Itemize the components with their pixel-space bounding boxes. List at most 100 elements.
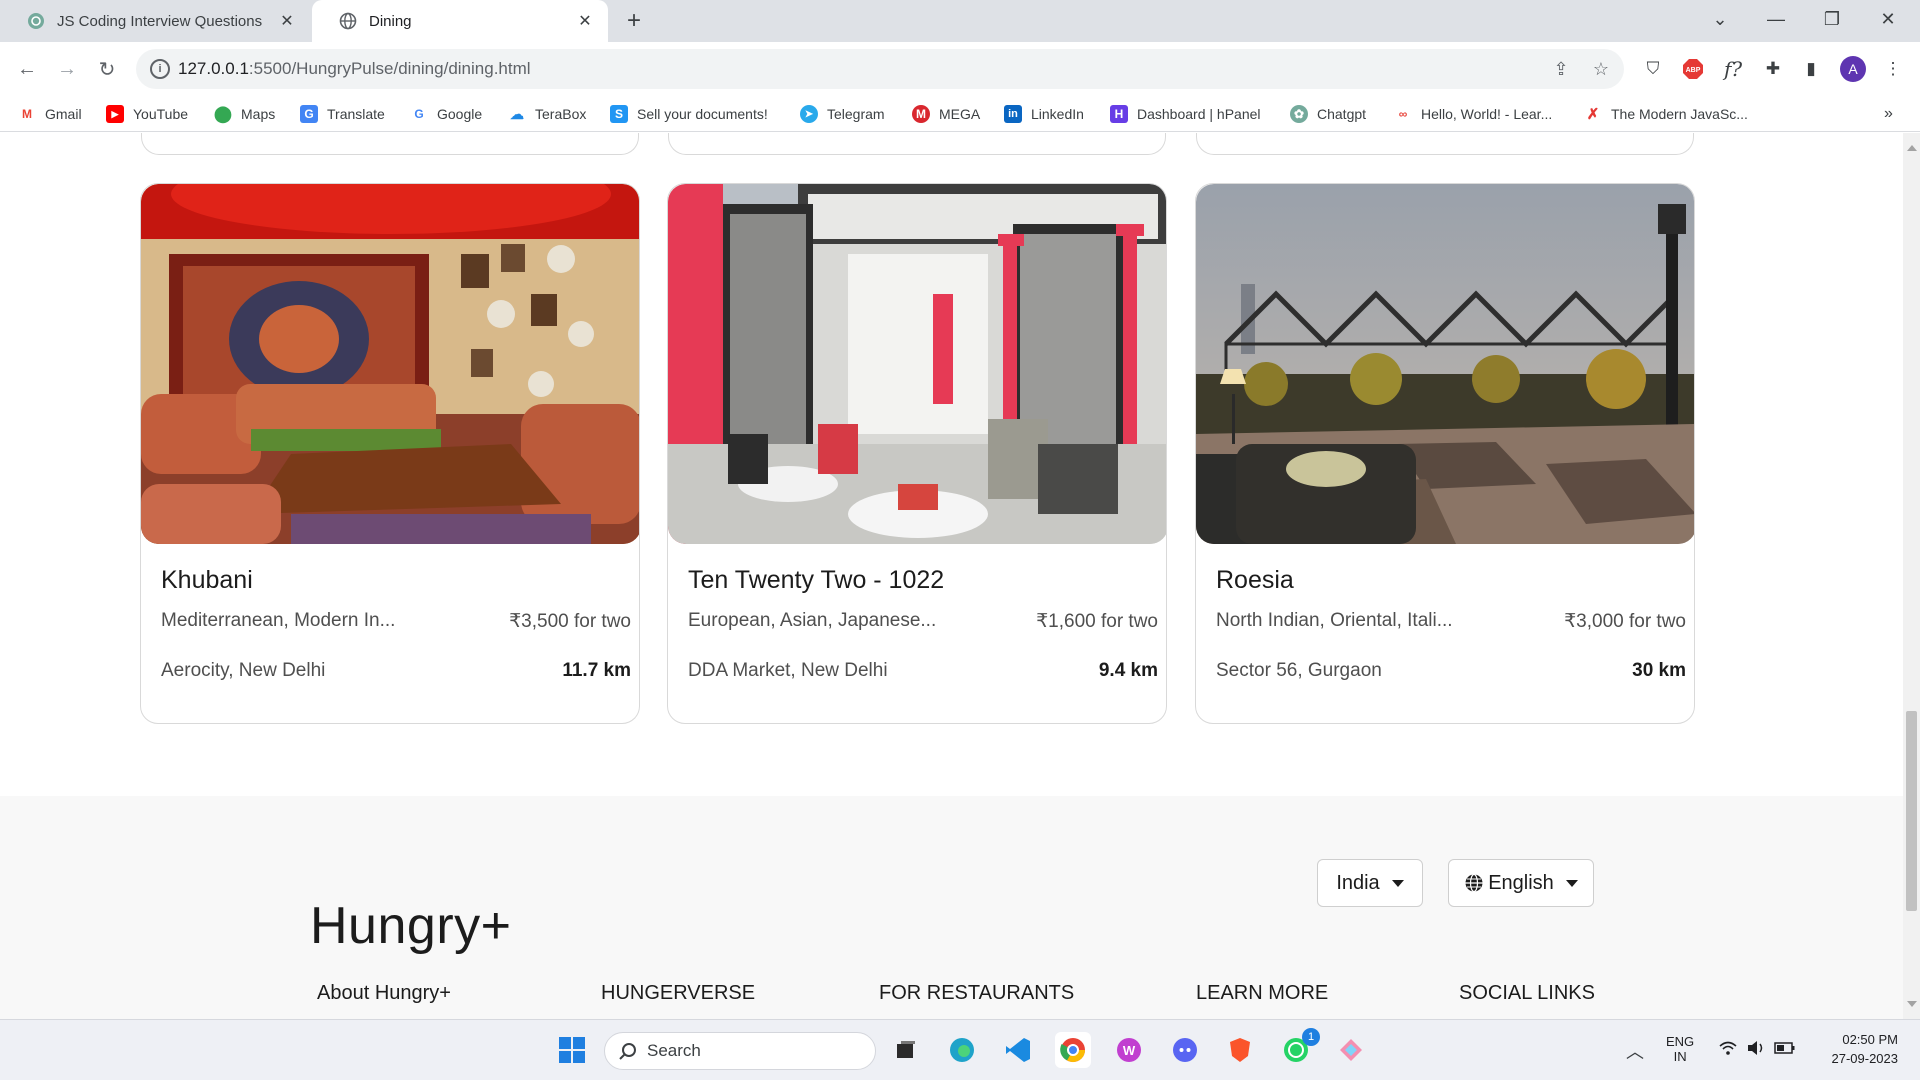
caret-down-icon: [1391, 879, 1404, 887]
windows-start-icon[interactable]: [554, 1032, 590, 1068]
bookmark-maps[interactable]: ⬤ Maps: [214, 102, 275, 126]
page-scrollbar[interactable]: [1903, 133, 1920, 1019]
site-info-icon[interactable]: i: [150, 59, 170, 79]
scroll-up-arrow-icon[interactable]: [1907, 145, 1917, 151]
wifi-icon[interactable]: [1718, 1040, 1738, 1059]
bookmark-google[interactable]: G Google: [410, 102, 482, 126]
reload-button[interactable]: ↻: [90, 52, 124, 86]
footer-heading-restaurants: FOR RESTAURANTS: [879, 982, 1075, 1004]
restaurant-card[interactable]: Ten Twenty Two - 1022 European, Asian, J…: [667, 183, 1167, 724]
youtube-icon: ▶: [106, 105, 124, 123]
country-dropdown[interactable]: India: [1317, 859, 1423, 907]
restaurant-cuisine: North Indian, Oriental, Itali...: [1216, 610, 1453, 631]
system-clock[interactable]: 02:50 PM 27-09-2023: [1814, 1032, 1899, 1066]
bookmark-modern-js[interactable]: ✗ The Modern JavaSc...: [1584, 102, 1748, 126]
scroll-down-arrow-icon[interactable]: [1907, 1001, 1917, 1007]
battery-icon[interactable]: [1774, 1040, 1796, 1059]
restaurant-distance: 11.7 km: [562, 660, 631, 681]
share-icon[interactable]: ⇪: [1550, 58, 1572, 80]
bookmark-gmail[interactable]: M Gmail: [18, 102, 82, 126]
address-bar[interactable]: i 127.0.0.1:5500/HungryPulse/dining/dini…: [136, 49, 1624, 89]
bookmark-sell-docs[interactable]: S Sell your documents!: [610, 102, 768, 126]
forward-button[interactable]: →: [50, 52, 84, 86]
back-button[interactable]: ←: [10, 52, 44, 86]
url-text: 127.0.0.1:5500/HungryPulse/dining/dining…: [178, 59, 531, 78]
bookmark-hpanel[interactable]: H Dashboard | hPanel: [1110, 102, 1261, 126]
globe-icon: [1464, 873, 1484, 893]
tab-search-icon[interactable]: ⌄: [1692, 0, 1748, 38]
tab-strip: JS Coding Interview Questions ✕ Dining ✕…: [0, 0, 1920, 42]
brave-browser-icon[interactable]: [1222, 1032, 1258, 1068]
restaurant-location: Aerocity, New Delhi: [161, 660, 326, 681]
tab-dining[interactable]: Dining ✕: [312, 0, 608, 42]
footer-heading-learn-more: LEARN MORE: [1196, 982, 1329, 1004]
restaurant-card[interactable]: Khubani Mediterranean, Modern In... ₹3,5…: [140, 183, 640, 724]
side-panel-icon[interactable]: ▮: [1798, 56, 1824, 82]
bookmark-translate[interactable]: G Translate: [300, 102, 385, 126]
close-window-button[interactable]: ✕: [1860, 0, 1916, 38]
minimize-button[interactable]: —: [1748, 0, 1804, 38]
menu-kebab-icon[interactable]: ⋮: [1880, 56, 1906, 82]
footer-brand-logo[interactable]: Hungry+: [310, 896, 512, 956]
tray-overflow-icon[interactable]: ︿: [1626, 1038, 1644, 1064]
bookmarks-bar: M Gmail ▶ YouTube ⬤ Maps G Translate G Google…: [0, 96, 1920, 132]
input-language-indicator[interactable]: ENG IN: [1666, 1034, 1694, 1064]
bookmark-terabox[interactable]: ☁ TeraBox: [508, 102, 586, 126]
tab-title: JS Coding Interview Questions: [57, 12, 263, 30]
restaurant-photo: [141, 184, 639, 544]
hostinger-icon: H: [1110, 105, 1128, 123]
extensions-puzzle-icon[interactable]: ✚: [1760, 56, 1786, 82]
extension-shield-icon[interactable]: ⛉: [1640, 56, 1666, 82]
whatsapp-icon[interactable]: 1: [1278, 1028, 1320, 1068]
task-view-icon[interactable]: [888, 1032, 924, 1068]
profile-avatar[interactable]: A: [1840, 56, 1866, 82]
bookmark-star-icon[interactable]: ☆: [1590, 58, 1612, 80]
globe-favicon-icon: [338, 12, 357, 31]
translate-icon: G: [300, 105, 318, 123]
scrollbar-thumb[interactable]: [1906, 711, 1917, 911]
javascript-info-icon: ✗: [1586, 106, 1600, 123]
previous-card-edge: [668, 133, 1166, 155]
volume-icon[interactable]: [1746, 1040, 1766, 1059]
taskbar-search-input[interactable]: Search: [604, 1032, 876, 1070]
restaurant-name: Ten Twenty Two - 1022: [688, 566, 945, 594]
mega-icon: M: [912, 105, 930, 123]
bookmark-hello-world[interactable]: ∞ Hello, World! - Lear...: [1394, 102, 1553, 126]
restaurant-location: Sector 56, Gurgaon: [1216, 660, 1382, 681]
chrome-icon[interactable]: [1055, 1032, 1091, 1068]
close-tab-icon[interactable]: ✕: [576, 12, 594, 30]
restaurant-name: Roesia: [1216, 566, 1294, 594]
footer-heading-about: About Hungry+: [317, 982, 451, 1004]
restaurant-location: DDA Market, New Delhi: [688, 660, 888, 681]
svg-text:ABP: ABP: [1686, 67, 1701, 74]
restaurant-card[interactable]: Roesia North Indian, Oriental, Itali... …: [1195, 183, 1695, 724]
restaurant-cuisine: European, Asian, Japanese...: [688, 610, 937, 631]
restaurant-price: ₹3,000 for two: [1564, 611, 1686, 632]
restaurant-distance: 30 km: [1632, 660, 1686, 681]
bookmark-chatgpt[interactable]: ✿ Chatgpt: [1290, 102, 1366, 126]
footer-heading-hungerverse: HUNGERVERSE: [601, 982, 756, 1004]
more-bookmarks-icon[interactable]: »: [1884, 102, 1893, 126]
telegram-icon: ➤: [800, 105, 818, 123]
caret-down-icon: [1565, 879, 1578, 887]
new-tab-button[interactable]: +: [620, 8, 648, 36]
bookmark-telegram[interactable]: ➤ Telegram: [800, 102, 885, 126]
pinned-app-icon[interactable]: [1333, 1032, 1369, 1068]
discord-icon[interactable]: [1167, 1032, 1203, 1068]
language-dropdown[interactable]: English: [1448, 859, 1594, 907]
chatgpt-icon: ✿: [1290, 105, 1308, 123]
restore-button[interactable]: ❐: [1804, 0, 1860, 38]
tab-js-questions[interactable]: JS Coding Interview Questions ✕: [0, 0, 310, 42]
extension-abp-icon[interactable]: ABP: [1680, 56, 1706, 82]
edge-browser-icon[interactable]: [944, 1032, 980, 1068]
bookmark-linkedin[interactable]: in LinkedIn: [1004, 102, 1084, 126]
footer-heading-social: SOCIAL LINKS: [1459, 982, 1595, 1004]
vscode-icon[interactable]: [1000, 1032, 1036, 1068]
close-tab-icon[interactable]: ✕: [278, 12, 296, 30]
extension-fx-icon[interactable]: f?: [1720, 56, 1746, 82]
bookmark-youtube[interactable]: ▶ YouTube: [106, 102, 188, 126]
bookmark-mega[interactable]: M MEGA: [912, 102, 980, 126]
freecodecamp-icon: ∞: [1398, 107, 1408, 121]
vpn-app-icon[interactable]: W: [1111, 1032, 1147, 1068]
notification-badge: 1: [1302, 1028, 1320, 1046]
